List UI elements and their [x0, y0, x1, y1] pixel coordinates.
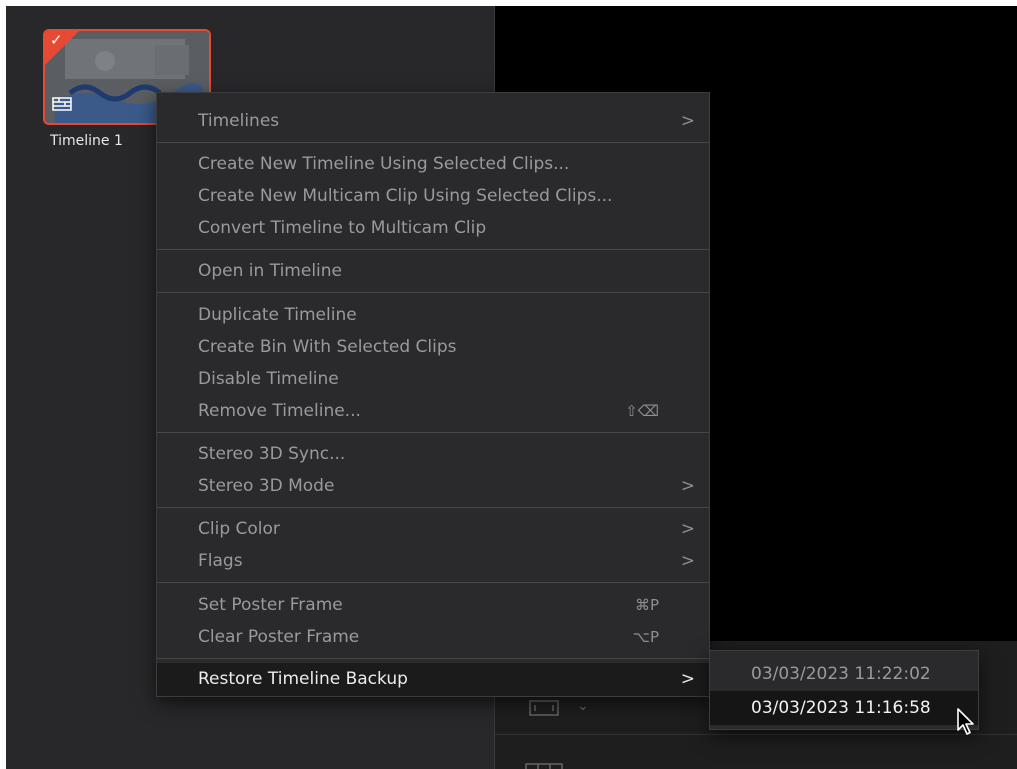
timeline-icon	[52, 97, 72, 111]
menu-item-label: Stereo 3D Mode	[198, 476, 335, 496]
menu-item-set-poster-frame[interactable]: Set Poster Frame ⌘P	[157, 589, 709, 621]
menu-item-stereo-3d-mode[interactable]: Stereo 3D Mode >	[157, 470, 709, 502]
menu-item-timelines[interactable]: Timelines >	[157, 105, 709, 137]
menu-separator	[157, 432, 709, 433]
menu-item-label: Disable Timeline	[198, 369, 339, 389]
submenu-arrow-icon: >	[680, 551, 695, 571]
menu-item-label: Convert Timeline to Multicam Clip	[198, 218, 487, 238]
submenu-arrow-icon: >	[680, 476, 695, 496]
backup-timestamp: 03/03/2023 11:16:58	[751, 698, 931, 718]
menu-item-create-bin[interactable]: Create Bin With Selected Clips	[157, 331, 709, 363]
menu-item-label: Open in Timeline	[198, 261, 342, 281]
menu-item-label: Set Poster Frame	[198, 595, 343, 615]
shortcut-label: ⇧⌫	[625, 402, 659, 420]
menu-item-duplicate-timeline[interactable]: Duplicate Timeline	[157, 299, 709, 331]
menu-item-remove-timeline[interactable]: Remove Timeline... ⇧⌫	[157, 395, 709, 427]
check-icon: ✓	[50, 31, 63, 49]
menu-item-label: Remove Timeline...	[198, 401, 361, 421]
chevron-down-icon[interactable]: ⌄	[577, 698, 589, 714]
submenu-arrow-icon: >	[680, 111, 695, 131]
grid-view-icon[interactable]	[525, 763, 563, 769]
backup-submenu: 03/03/2023 11:22:02 03/03/2023 11:16:58	[709, 650, 979, 730]
clip-context-menu: Timelines > Create New Timeline Using Se…	[156, 92, 710, 697]
submenu-arrow-icon: >	[680, 519, 695, 539]
menu-separator	[157, 658, 709, 659]
backup-item-hovered[interactable]: 03/03/2023 11:16:58	[710, 691, 978, 725]
viewer-layout-icon[interactable]	[529, 700, 559, 716]
menu-item-label: Create New Timeline Using Selected Clips…	[198, 154, 570, 174]
menu-item-disable-timeline[interactable]: Disable Timeline	[157, 363, 709, 395]
footer-divider	[495, 734, 1017, 735]
menu-item-clear-poster-frame[interactable]: Clear Poster Frame ⌥P	[157, 621, 709, 653]
shortcut-label: ⌥P	[632, 628, 659, 646]
menu-item-create-new-timeline[interactable]: Create New Timeline Using Selected Clips…	[157, 148, 709, 180]
menu-item-clip-color[interactable]: Clip Color >	[157, 513, 709, 545]
submenu-arrow-icon: >	[680, 669, 695, 689]
menu-item-restore-timeline-backup[interactable]: Restore Timeline Backup >	[157, 663, 709, 696]
backup-item[interactable]: 03/03/2023 11:22:02	[710, 657, 978, 691]
menu-item-label: Duplicate Timeline	[198, 305, 357, 325]
menu-item-label: Flags	[198, 551, 243, 571]
menu-item-label: Restore Timeline Backup	[198, 669, 408, 689]
menu-separator	[157, 142, 709, 143]
menu-item-stereo-3d-sync[interactable]: Stereo 3D Sync...	[157, 438, 709, 470]
menu-item-convert-to-multicam[interactable]: Convert Timeline to Multicam Clip	[157, 212, 709, 244]
menu-item-label: Clip Color	[198, 519, 280, 539]
menu-separator	[157, 249, 709, 250]
menu-item-flags[interactable]: Flags >	[157, 545, 709, 577]
backup-timestamp: 03/03/2023 11:22:02	[751, 664, 931, 684]
menu-separator	[157, 582, 709, 583]
menu-separator	[157, 507, 709, 508]
menu-item-open-in-timeline[interactable]: Open in Timeline	[157, 255, 709, 287]
menu-item-label: Create New Multicam Clip Using Selected …	[198, 186, 613, 206]
menu-item-label: Timelines	[198, 111, 280, 131]
menu-item-create-multicam-clip[interactable]: Create New Multicam Clip Using Selected …	[157, 180, 709, 212]
menu-item-label: Stereo 3D Sync...	[198, 444, 346, 464]
menu-separator	[157, 292, 709, 293]
menu-item-label: Clear Poster Frame	[198, 627, 360, 647]
shortcut-label: ⌘P	[634, 596, 659, 614]
menu-item-label: Create Bin With Selected Clips	[198, 337, 457, 357]
mouse-cursor-icon	[957, 708, 974, 735]
